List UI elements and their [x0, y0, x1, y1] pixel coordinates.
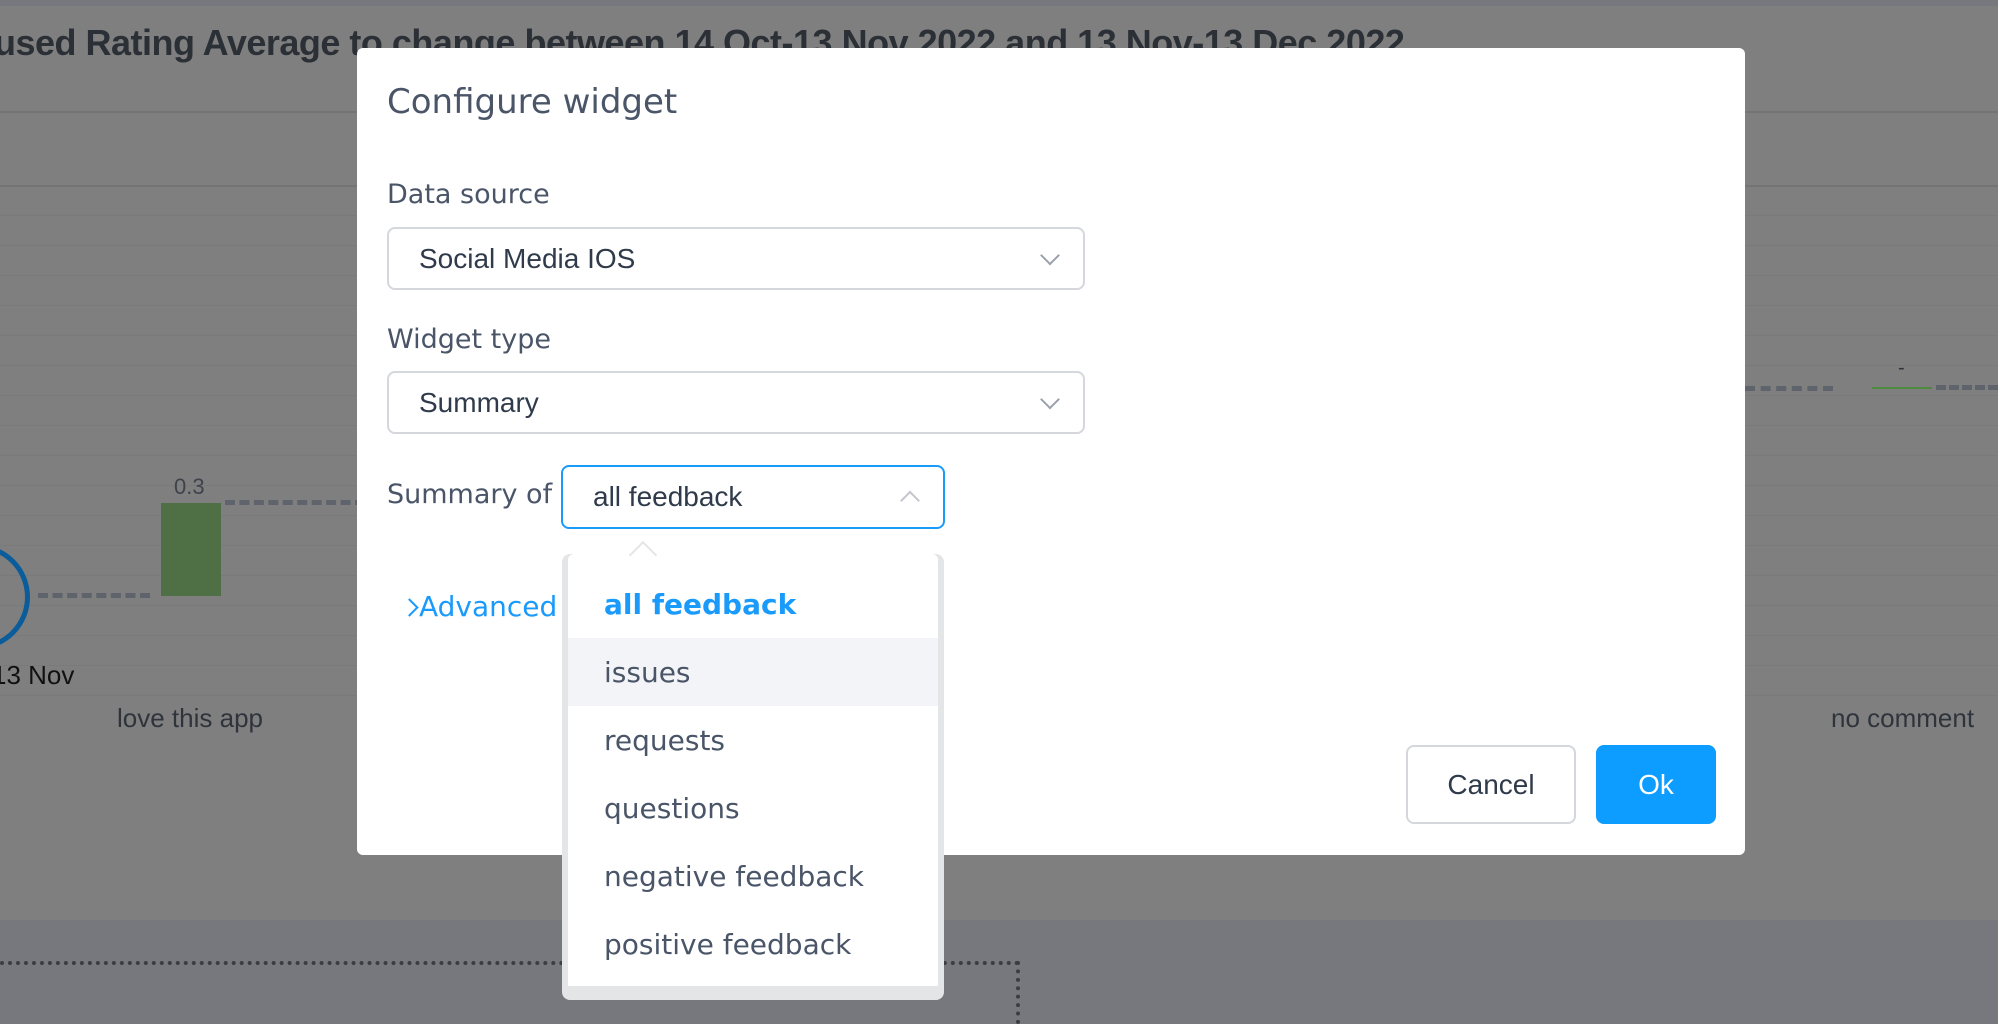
ok-button[interactable]: Ok: [1596, 745, 1716, 824]
chart-bar: [161, 503, 221, 596]
dropdown-option[interactable]: questions: [568, 774, 938, 842]
bar-value-label: 0.3: [174, 474, 205, 499]
dropdown-option[interactable]: all feedback: [568, 570, 938, 638]
date-label: 13 Nov: [0, 660, 75, 690]
data-source-label: Data source: [387, 179, 550, 210]
cancel-button[interactable]: Cancel: [1406, 745, 1576, 824]
data-source-value: Social Media IOS: [419, 242, 636, 274]
chart-connector: [38, 593, 150, 598]
widget-type-select[interactable]: Summary: [387, 371, 1085, 434]
top-bar: [0, 0, 1998, 6]
lower-panel: [0, 920, 1998, 1024]
chevron-down-icon: [1040, 245, 1060, 265]
summary-of-label: Summary of: [387, 479, 553, 510]
summary-of-select[interactable]: all feedback: [561, 465, 945, 529]
widget-type-label: Widget type: [387, 324, 551, 355]
chevron-down-icon: [1040, 389, 1060, 409]
chart-connector: [1745, 386, 1833, 391]
dropdown-option[interactable]: issues: [568, 638, 938, 706]
chevron-up-icon: [900, 490, 920, 511]
category-label: love this app: [117, 703, 263, 733]
dotted-divider: [1016, 961, 1020, 1024]
category-label: no comment: [1831, 703, 1975, 733]
summary-of-value: all feedback: [593, 481, 743, 512]
dropdown-option[interactable]: requests: [568, 706, 938, 774]
bar-value-label: -: [1898, 357, 1905, 379]
widget-type-value: Summary: [419, 386, 539, 418]
chevron-right-icon[interactable]: [400, 598, 419, 617]
data-source-select[interactable]: Social Media IOS: [387, 227, 1085, 290]
summary-of-dropdown: all feedback issues requests questions negat…: [562, 554, 944, 1000]
dropdown-option[interactable]: negative feedback: [568, 842, 938, 910]
chart-connector: [225, 500, 365, 505]
chart-bar: [1872, 387, 1932, 389]
dialog-title: Configure widget: [387, 82, 678, 122]
chart-connector: [1936, 385, 1998, 390]
dropdown-option[interactable]: positive feedback: [568, 910, 938, 978]
